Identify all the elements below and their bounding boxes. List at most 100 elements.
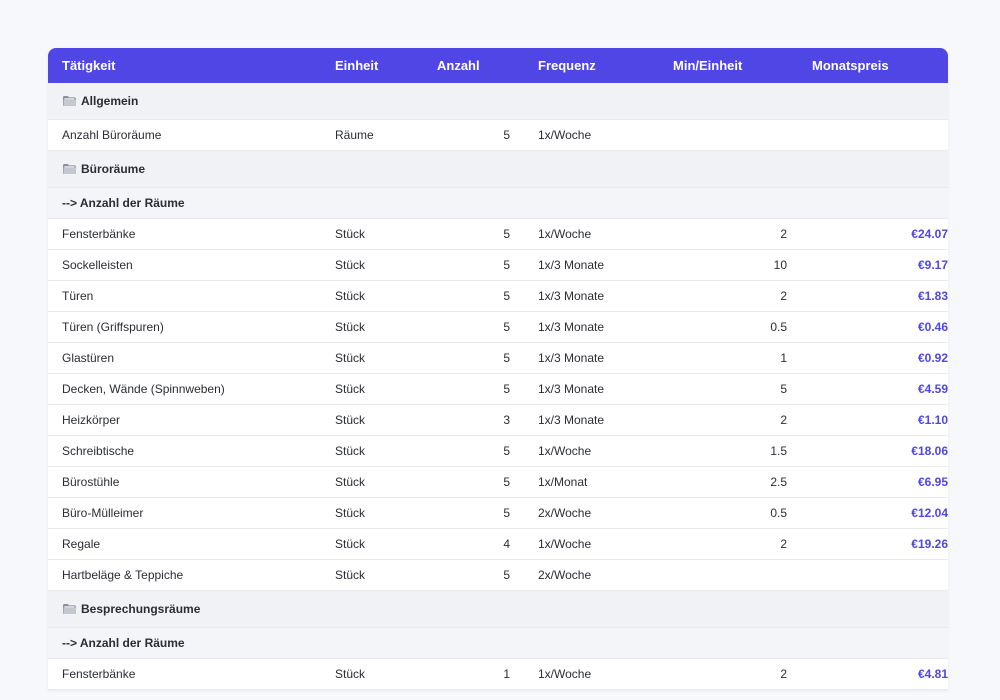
cell-task: Sockelleisten (48, 249, 335, 281)
cell-monthly-price: €1.10 (812, 404, 948, 436)
cell-monthly-price: €24.07 (812, 218, 948, 250)
table-row[interactable]: Türen (Griffspuren) Stück 5 1x/3 Monate 0.5 €… (48, 311, 948, 343)
cell-frequency: 2x/Woche (538, 497, 673, 529)
quantity-value: 5 (503, 320, 510, 334)
cell-task: Fensterbänke (48, 218, 335, 250)
cell-quantity: 5 (437, 218, 538, 250)
cell-unit: Räume (335, 119, 437, 151)
table-row[interactable]: Fensterbänke Stück 1 1x/Woche 2 €4.81 (48, 658, 948, 690)
cell-task: Glastüren (48, 342, 335, 374)
cell-minutes-per-unit: 2 (673, 404, 812, 436)
cell-unit: Stück (335, 559, 437, 591)
cell-monthly-price: €0.92 (812, 342, 948, 374)
cell-minutes-per-unit: 10 (673, 249, 812, 281)
cell-quantity: 5 (437, 559, 538, 591)
cell-unit: Stück (335, 404, 437, 436)
cell-frequency: 1x/Woche (538, 119, 673, 151)
section-row: Allgemein (48, 83, 948, 120)
quantity-value: 5 (503, 506, 510, 520)
cell-unit: Stück (335, 497, 437, 529)
quantity-value: 4 (503, 537, 510, 551)
cell-quantity: 5 (437, 249, 538, 281)
cell-quantity: 5 (437, 342, 538, 374)
cell-monthly-price: €6.95 (812, 466, 948, 498)
quantity-value: 5 (503, 258, 510, 272)
cell-minutes-per-unit: 2 (673, 658, 812, 690)
cell-monthly-price: €12.04 (812, 497, 948, 529)
cell-task: Bürostühle (48, 466, 335, 498)
section-cell: Allgemein (48, 83, 948, 120)
cell-monthly-price: €4.59 (812, 373, 948, 405)
column-header-monthly-price[interactable]: Monatspreis (812, 48, 948, 83)
table-row[interactable]: Fensterbänke Stück 5 1x/Woche 2 €24.07 (48, 218, 948, 250)
cell-task: Türen (Griffspuren) (48, 311, 335, 343)
cell-frequency: 1x/3 Monate (538, 342, 673, 374)
cell-task: Regale (48, 528, 335, 560)
cell-frequency: 1x/3 Monate (538, 280, 673, 312)
cell-quantity: 5 (437, 373, 538, 405)
cell-minutes-per-unit: 2 (673, 528, 812, 560)
subsection-label: --> Anzahl der Räume (48, 187, 948, 219)
table-row[interactable]: Türen Stück 5 1x/3 Monate 2 €1.83 (48, 280, 948, 312)
cell-unit: Stück (335, 249, 437, 281)
quantity-value: 5 (503, 444, 510, 458)
cell-quantity: 5 (437, 311, 538, 343)
table-row[interactable]: Decken, Wände (Spinnweben) Stück 5 1x/3 Mon… (48, 373, 948, 405)
cell-frequency: 1x/Woche (538, 435, 673, 467)
table-row[interactable]: Hartbeläge & Teppiche Stück 5 2x/Woche (48, 559, 948, 591)
cell-quantity: 5 (437, 280, 538, 312)
cell-monthly-price: €1.83 (812, 280, 948, 312)
cell-unit: Stück (335, 280, 437, 312)
cell-quantity: 3 (437, 404, 538, 436)
cell-frequency: 1x/Monat (538, 466, 673, 498)
cell-monthly-price: €18.06 (812, 435, 948, 467)
cell-minutes-per-unit: 1 (673, 342, 812, 374)
cell-frequency: 1x/Woche (538, 218, 673, 250)
cell-minutes-per-unit (673, 559, 812, 591)
folder-icon (62, 95, 77, 106)
subsection-label: --> Anzahl der Räume (48, 627, 948, 659)
table-row[interactable]: Glastüren Stück 5 1x/3 Monate 1 €0.92 (48, 342, 948, 374)
cell-task: Türen (48, 280, 335, 312)
column-header-minutes-per-unit[interactable]: Min/Einheit (673, 48, 812, 83)
cell-task: Anzahl Büroräume (48, 119, 335, 151)
cell-unit: Stück (335, 528, 437, 560)
section-label: Büroräume (81, 162, 146, 176)
table-row[interactable]: Schreibtische Stück 5 1x/Woche 1.5 €18.06 (48, 435, 948, 467)
cell-frequency: 1x/Woche (538, 528, 673, 560)
cell-frequency: 1x/3 Monate (538, 249, 673, 281)
quantity-value: 5 (503, 351, 510, 365)
cell-task: Fensterbänke (48, 658, 335, 690)
table-row[interactable]: Heizkörper Stück 3 1x/3 Monate 2 €1.10 (48, 404, 948, 436)
table-row[interactable]: Büro-Mülleimer Stück 5 2x/Woche 0.5 €12.04 (48, 497, 948, 529)
quantity-value: 5 (503, 382, 510, 396)
column-header-task[interactable]: Tätigkeit (48, 48, 335, 83)
quantity-value: 5 (503, 475, 510, 489)
cell-quantity: 5 (437, 119, 538, 151)
cell-unit: Stück (335, 658, 437, 690)
section-row: Büroräume (48, 150, 948, 188)
section-label: Besprechungsräume (81, 602, 201, 616)
table-row[interactable]: Bürostühle Stück 5 1x/Monat 2.5 €6.95 (48, 466, 948, 498)
quantity-value: 5 (503, 568, 510, 582)
subsection-row: --> Anzahl der Räume (48, 187, 948, 219)
cell-unit: Stück (335, 311, 437, 343)
cell-task: Decken, Wände (Spinnweben) (48, 373, 335, 405)
table-row[interactable]: Regale Stück 4 1x/Woche 2 €19.26 (48, 528, 948, 560)
cell-minutes-per-unit: 0.5 (673, 497, 812, 529)
table-row[interactable]: Sockelleisten Stück 5 1x/3 Monate 10 €9.17 (48, 249, 948, 281)
column-header-unit[interactable]: Einheit (335, 48, 437, 83)
cell-quantity: 1 (437, 658, 538, 690)
cell-quantity: 5 (437, 466, 538, 498)
cell-unit: Stück (335, 218, 437, 250)
cell-monthly-price: €0.46 (812, 311, 948, 343)
quantity-value: 5 (503, 289, 510, 303)
table-body: Allgemein Anzahl Büroräume Räume 5 1x/Woche B… (48, 83, 948, 690)
section-cell: Besprechungsräume (48, 590, 948, 628)
cell-minutes-per-unit: 0.5 (673, 311, 812, 343)
cell-frequency: 1x/3 Monate (538, 373, 673, 405)
column-header-quantity[interactable]: Anzahl (437, 48, 538, 83)
table-row[interactable]: Anzahl Büroräume Räume 5 1x/Woche (48, 119, 948, 151)
cell-monthly-price: €9.17 (812, 249, 948, 281)
column-header-frequency[interactable]: Frequenz (538, 48, 673, 83)
